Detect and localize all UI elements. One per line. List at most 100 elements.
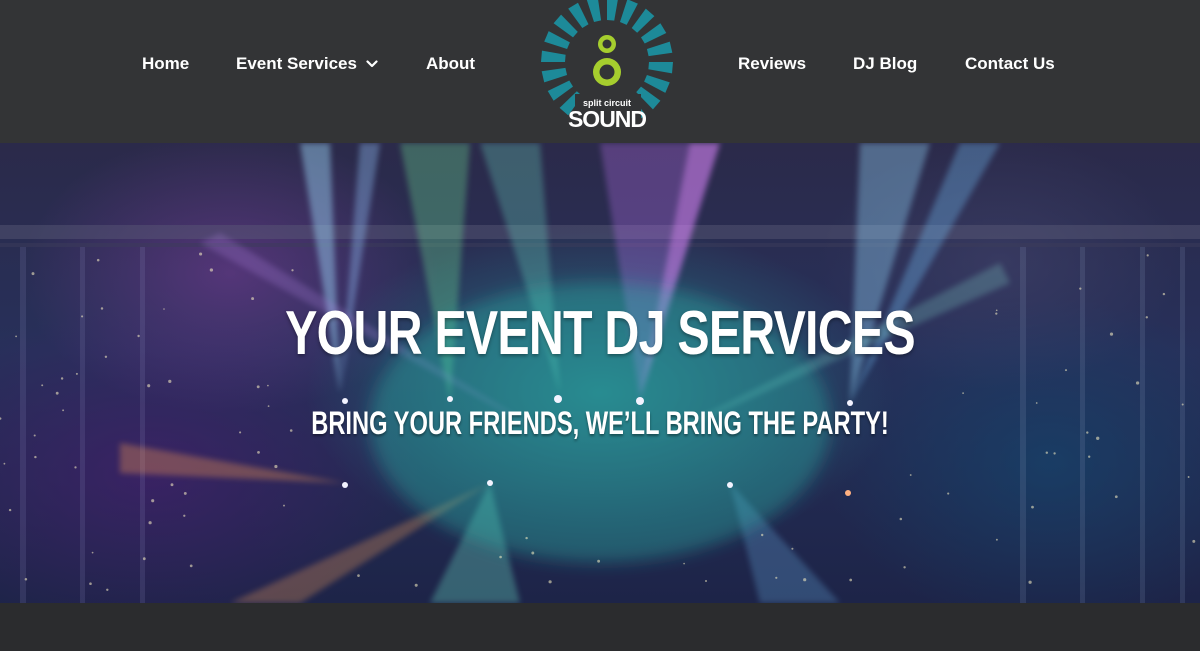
curtain-star: [683, 562, 685, 565]
curtain-star: [257, 451, 260, 454]
logo-ray: [553, 14, 578, 38]
nav-reviews-label: Reviews: [738, 54, 807, 73]
logo-ray: [644, 74, 670, 93]
curtain-star: [89, 582, 92, 585]
nav-event-services-link[interactable]: Event Services: [236, 52, 378, 76]
logo-dot-large-inner: [599, 64, 615, 80]
curtain-star: [147, 384, 151, 388]
curtain-star: [33, 434, 36, 437]
nav-dj-blog-link[interactable]: DJ Blog: [853, 52, 917, 76]
curtain-star: [8, 508, 12, 512]
curtain-star: [1181, 403, 1184, 406]
curtain-star: [183, 514, 186, 517]
curtain-star: [15, 335, 18, 338]
logo-ray: [544, 31, 570, 50]
curtain-star: [1088, 455, 1091, 458]
curtain-star: [274, 464, 278, 469]
logo-ray: [541, 67, 568, 83]
hero-subtitle: BRING YOUR FRIENDS, WE’LL BRING THE PART…: [311, 405, 889, 441]
curtain-star: [1096, 436, 1100, 440]
logo-ray: [646, 41, 673, 57]
curtain-star: [531, 551, 535, 555]
nav-reviews-link[interactable]: Reviews: [738, 52, 806, 76]
curtain-star: [1045, 451, 1049, 454]
logo-ray: [541, 50, 566, 62]
site-logo[interactable]: split circuit SOUND: [535, 0, 680, 135]
nav-contact-us-link[interactable]: Contact Us: [965, 52, 1055, 76]
curtain-star: [60, 377, 64, 380]
curtain-star: [34, 455, 37, 459]
curtain-star: [1114, 495, 1118, 499]
curtain-star: [31, 272, 35, 276]
nav-contact-us-label: Contact Us: [965, 54, 1055, 73]
curtain-star: [209, 268, 214, 272]
curtain-star: [189, 564, 193, 568]
curtain-star: [1146, 254, 1149, 257]
curtain-star: [256, 385, 260, 389]
curtain-star: [962, 392, 964, 394]
curtain-star: [1031, 505, 1034, 509]
curtain-star: [1035, 402, 1038, 404]
nav-home-label: Home: [142, 54, 190, 73]
logo-dot-small-inner: [602, 39, 612, 49]
curtain-star: [106, 588, 109, 592]
logo-ray: [586, 0, 602, 23]
curtain-star: [183, 491, 187, 495]
nav-about-label: About: [426, 54, 476, 73]
curtain-star: [791, 547, 794, 550]
site-header: Home Event Services About split circuit …: [0, 0, 1200, 143]
curtain-star: [909, 474, 912, 476]
curtain-star: [291, 269, 294, 272]
curtain-star: [1192, 539, 1196, 543]
curtain-star: [96, 258, 100, 262]
logo-ray: [547, 80, 574, 101]
curtain-star: [104, 355, 108, 358]
curtain-star: [283, 504, 285, 507]
nav-home-link[interactable]: Home: [142, 52, 189, 76]
curtain-star: [597, 559, 601, 563]
hero-banner: YOUR EVENT DJ SERVICES BRING YOUR FRIEND…: [0, 143, 1200, 603]
curtain-star: [1053, 452, 1056, 455]
curtain-star: [1145, 316, 1148, 319]
curtain-star: [1187, 476, 1190, 478]
curtain-star: [91, 551, 94, 554]
curtain-star: [75, 372, 78, 375]
curtain-star: [525, 536, 528, 540]
nav-event-services-label: Event Services: [236, 54, 357, 73]
curtain-star: [548, 580, 552, 584]
chevron-down-icon: [366, 60, 378, 68]
hero-title: YOUR EVENT DJ SERVICES: [285, 299, 915, 368]
curtain-star: [899, 517, 903, 521]
curtain-star: [267, 384, 269, 387]
curtain-star: [499, 555, 502, 559]
curtain-star: [24, 577, 28, 581]
logo-ray: [619, 0, 638, 25]
curtain-star: [3, 462, 6, 465]
logo-ray: [568, 2, 589, 29]
curtain-star: [1079, 287, 1082, 290]
curtain-star: [151, 499, 155, 503]
curtain-star: [1109, 332, 1114, 336]
hero-background-image: [0, 143, 1200, 603]
curtain-star: [168, 379, 172, 384]
logo-ray: [640, 23, 667, 44]
curtain-star: [1028, 580, 1032, 584]
logo-text-sound: SOUND: [568, 106, 646, 132]
curtain-star: [1086, 431, 1089, 434]
curtain-star: [0, 417, 2, 420]
logo-ray: [607, 0, 618, 21]
curtain-star: [251, 297, 255, 301]
curtain-star: [903, 566, 906, 569]
curtain-star: [1135, 381, 1140, 385]
logo-ray: [648, 62, 673, 74]
curtain-star: [199, 252, 203, 256]
curtain-star: [803, 578, 807, 582]
curtain-star: [761, 533, 764, 537]
curtain-star: [148, 521, 152, 525]
curtain-star: [1162, 292, 1166, 296]
nav-about-link[interactable]: About: [426, 52, 475, 76]
curtain-star: [775, 576, 778, 579]
curtain-star: [947, 492, 950, 495]
curtain-star: [849, 578, 853, 582]
curtain-star: [81, 315, 84, 318]
